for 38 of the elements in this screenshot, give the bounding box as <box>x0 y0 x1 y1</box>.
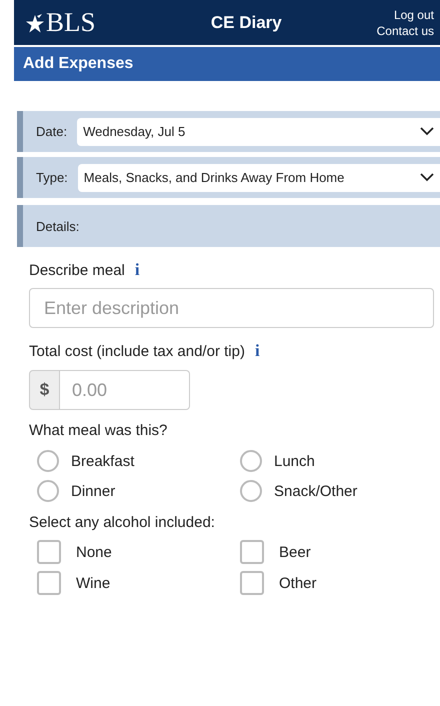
dropdown[interactable]: Meals, Snacks, and Drinks Away From Home <box>78 164 440 192</box>
option-label: Snack/Other <box>274 482 358 500</box>
field-label: Select any alcohol included: <box>29 514 216 533</box>
option-label: Dinner <box>71 482 116 500</box>
logo-text: BLS <box>46 7 96 38</box>
radio-button[interactable] <box>37 480 59 502</box>
dropdown[interactable]: Wednesday, Jul 5 <box>77 118 440 146</box>
field-label: What meal was this? <box>29 422 168 441</box>
option-label: Lunch <box>274 452 315 470</box>
checkbox[interactable] <box>37 540 61 564</box>
header-link[interactable]: Log out <box>394 6 434 22</box>
field-label: Total cost (include tax and/or tip) <box>29 342 245 360</box>
page-title: Add Expenses <box>14 47 440 81</box>
option-label: Beer <box>279 544 311 560</box>
radio-button[interactable] <box>240 450 262 472</box>
field-label: Describe meal <box>29 262 125 278</box>
chevron-icon <box>420 127 434 136</box>
option-label: Breakfast <box>71 452 134 470</box>
checkbox[interactable] <box>37 571 61 595</box>
info-icon[interactable]: i <box>134 260 140 280</box>
input-field[interactable]: Enter description <box>29 288 434 328</box>
info-icon[interactable]: i <box>254 341 260 361</box>
currency-prefix: $ <box>29 370 60 410</box>
radio-button[interactable] <box>37 450 59 472</box>
app-title: CE Diary <box>210 12 282 32</box>
option-label: Wine <box>76 574 110 592</box>
field-label: Date: <box>36 124 68 139</box>
input-field[interactable]: 0.00 <box>60 370 190 410</box>
checkbox[interactable] <box>240 540 264 564</box>
checkbox[interactable] <box>240 571 264 595</box>
option-label: Other <box>279 574 317 592</box>
field-label: Type: <box>36 170 68 185</box>
star-icon <box>26 12 44 32</box>
radio-button[interactable] <box>240 480 262 502</box>
header-link[interactable]: Contact us <box>376 22 434 38</box>
chevron-icon <box>420 173 434 182</box>
option-label: None <box>76 544 112 560</box>
section-label: Details: <box>36 218 80 234</box>
